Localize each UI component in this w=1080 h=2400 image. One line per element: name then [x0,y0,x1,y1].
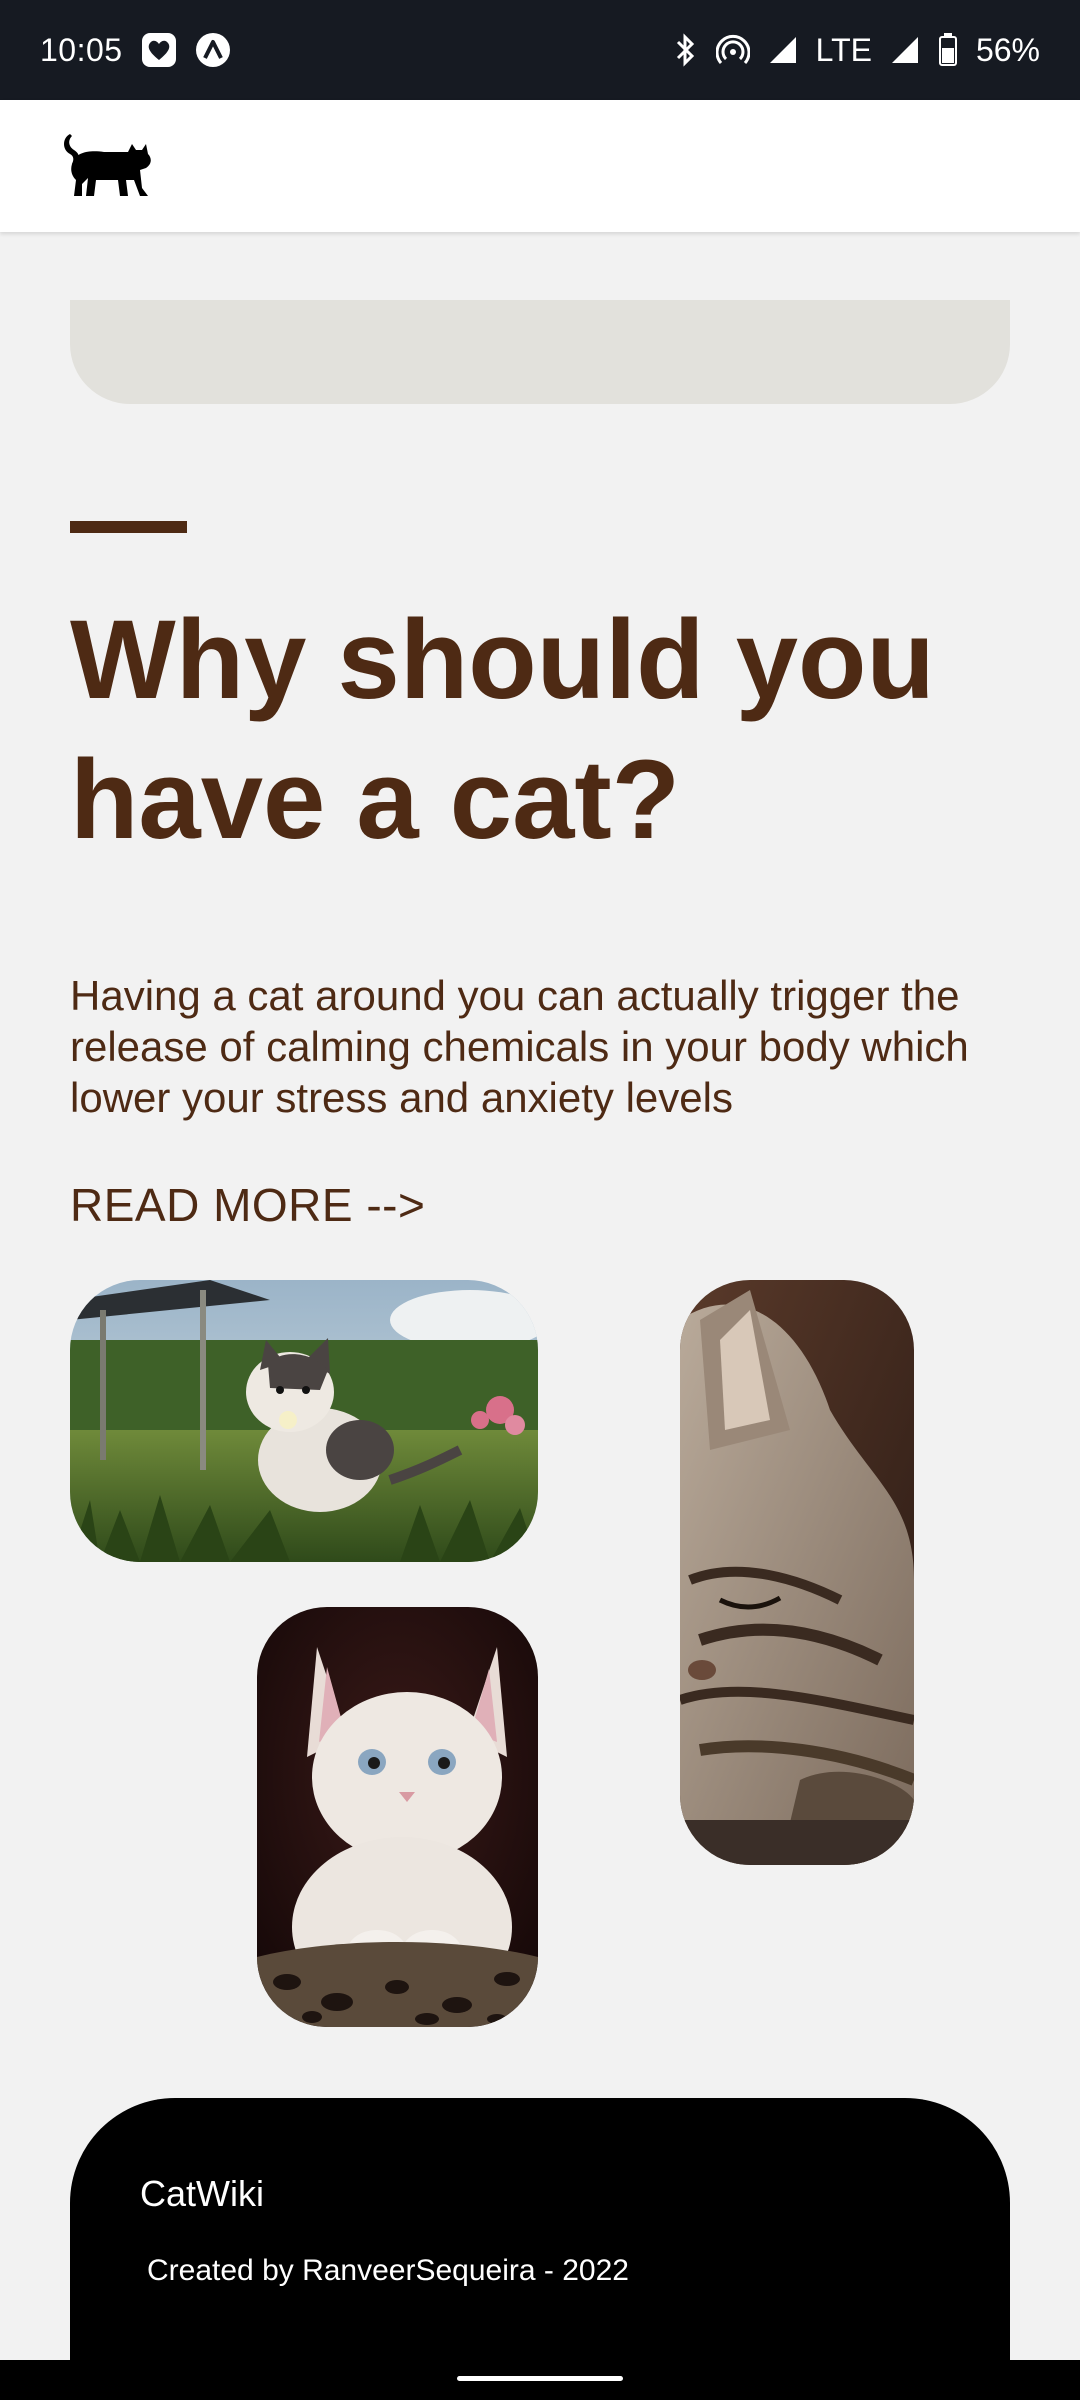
hotspot-icon [715,33,750,67]
read-more-link[interactable]: READ MORE --> [70,1178,425,1232]
kitten-in-grass-photo [70,1280,538,1562]
footer-brand[interactable]: CatWiki [140,2173,264,2215]
headline-line-1: Why should you [70,597,935,722]
cat-logo-icon[interactable] [56,124,156,209]
status-time: 10:05 [40,31,123,68]
system-nav-bar [0,2360,1080,2400]
search-bar[interactable] [70,300,1010,404]
network-type: LTE [815,31,872,68]
hero-description: Having a cat around you can actually tri… [70,972,969,1121]
battery-icon [938,33,958,67]
status-left: 10:05 [40,32,231,69]
status-bar: 10:05 LTE 56% [0,0,1080,100]
page-title: Why should you have a cat? [70,590,1030,870]
alert-app-icon [195,32,231,68]
home-gesture-handle[interactable] [457,2376,623,2381]
footer: CatWiki Created by RanveerSequeira - 202… [70,2098,1010,2360]
accent-divider [70,521,187,533]
heart-app-icon [141,32,177,68]
footer-credit: Created by RanveerSequeira - 2022 [147,2254,629,2287]
battery-level: 56% [975,31,1040,68]
app-bar [0,100,1080,232]
status-right: LTE 56% [672,32,1040,69]
signal-icon [890,35,920,65]
signal-icon [768,35,798,65]
headline-line-2: have a cat? [70,737,681,862]
bluetooth-icon [672,32,698,68]
white-kitten-photo [257,1607,538,2027]
sleeping-tabby-photo [680,1280,914,1865]
